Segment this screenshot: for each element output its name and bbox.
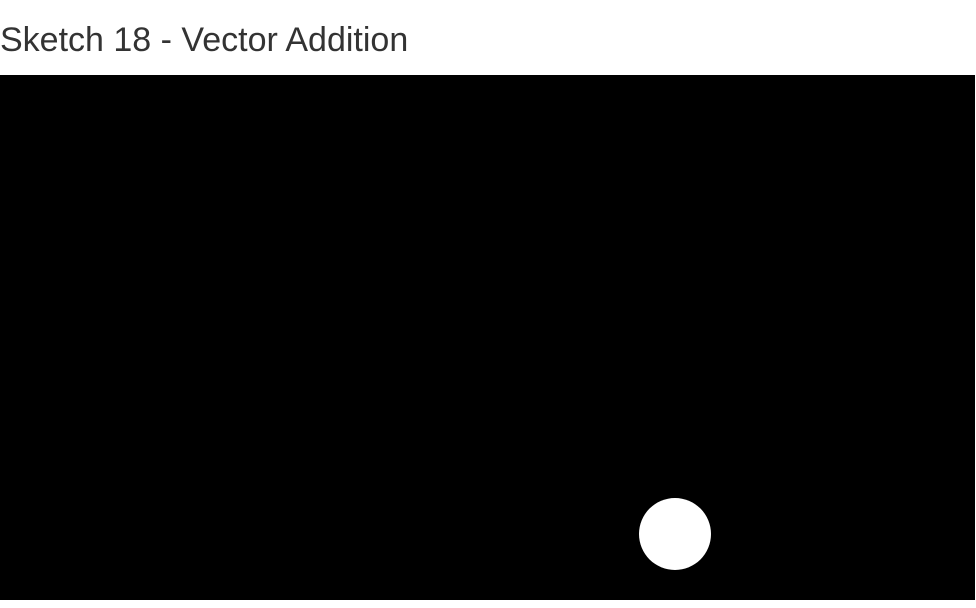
moving-ball [639, 498, 711, 570]
page: Sketch 18 - Vector Addition [0, 0, 976, 608]
sketch-canvas[interactable] [0, 75, 975, 600]
page-title: Sketch 18 - Vector Addition [0, 21, 409, 59]
